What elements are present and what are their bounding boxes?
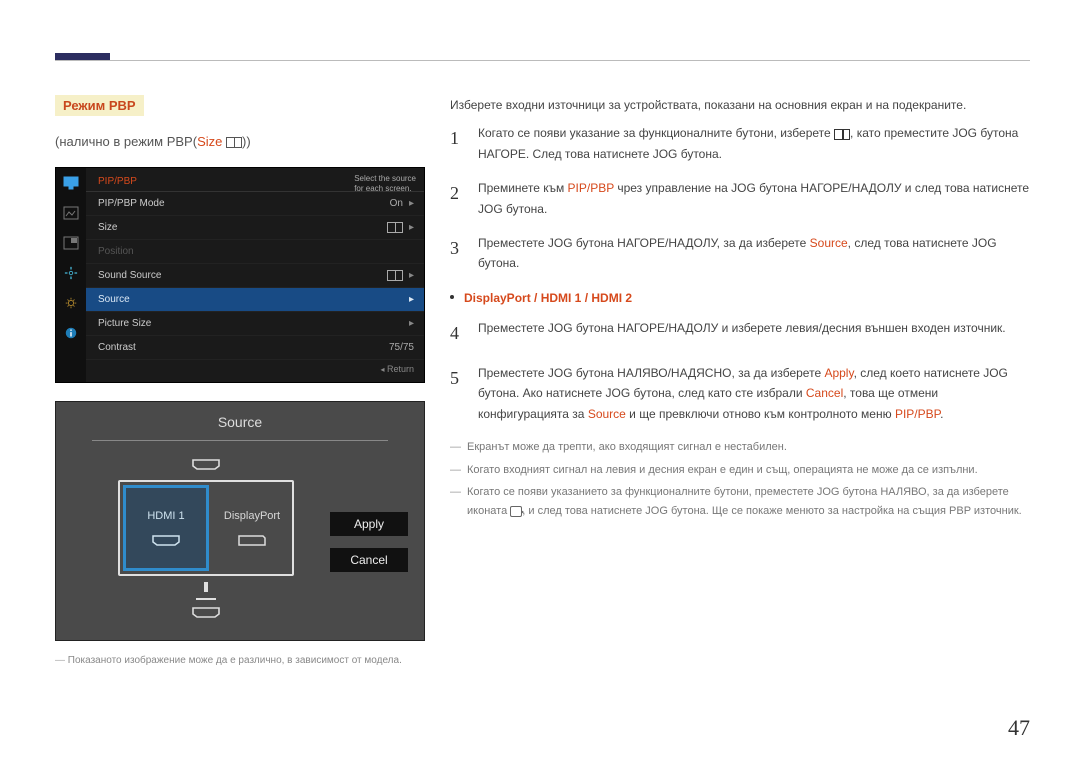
page-number: 47	[1008, 715, 1030, 741]
step-number: 4	[450, 318, 464, 349]
menu-inline-icon	[834, 129, 850, 140]
osd-row-pip-pbp-mode[interactable]: PIP/PBP ModeOn ▸	[86, 192, 424, 216]
left-column: Режим PBP (налично в режим PBP(Size ))	[55, 95, 425, 666]
source-title: Source	[56, 414, 424, 430]
step-1: 1 Когато се появи указание за функционал…	[450, 123, 1030, 164]
osd-row-value: 75/75	[389, 342, 414, 353]
return-inline-icon	[510, 506, 522, 517]
osd-row-label: Position	[98, 246, 414, 257]
note-text: Екранът може да трепти, ако входящият си…	[467, 438, 787, 457]
step-5: 5 Преместете JOG бутона НАЛЯВО/НАДЯСНО, …	[450, 363, 1030, 424]
sidebar-info-icon[interactable]	[56, 318, 86, 348]
chevron-right-icon: ▸	[409, 270, 414, 281]
hdmi-icon	[151, 534, 181, 546]
osd-row-position: Position	[86, 240, 424, 264]
osd-hint-line2: for each screen.	[354, 184, 416, 194]
pbp-split-icon	[226, 137, 242, 148]
chevron-right-icon: ▸	[409, 294, 414, 305]
note-text: Когато се появи указанието за функционал…	[467, 483, 1030, 520]
screen-right-label: DisplayPort	[224, 510, 280, 522]
sidebar-display-icon[interactable]	[56, 168, 86, 198]
cancel-button[interactable]: Cancel	[330, 548, 408, 572]
hdmi-port-bottom-icon	[191, 606, 221, 618]
step-body: Преместете JOG бутона НАЛЯВО/НАДЯСНО, за…	[478, 363, 1030, 424]
subtitle-prefix: (налично в режим PBP(	[55, 134, 197, 149]
osd-body: PIP/PBP Select the source for each scree…	[86, 168, 424, 378]
step-body: Преместете JOG бутона НАГОРЕ/НАДОЛУ и из…	[478, 318, 1030, 349]
screen-left[interactable]: HDMI 1	[123, 485, 209, 571]
note-3: Когато се появи указанието за функционал…	[450, 483, 1030, 520]
section-heading: Режим PBP	[55, 95, 144, 116]
step-number: 2	[450, 178, 464, 219]
osd-header-row: PIP/PBP Select the source for each scree…	[86, 168, 424, 192]
osd-row-contrast[interactable]: Contrast75/75	[86, 336, 424, 360]
source-divider	[92, 440, 388, 441]
options-text: DisplayPort / HDMI 1 / HDMI 2	[464, 288, 632, 308]
dp-icon	[237, 534, 267, 546]
osd-header-label: PIP/PBP	[98, 176, 137, 187]
screen-box: HDMI 1 DisplayPort	[118, 480, 294, 576]
header-rule	[55, 60, 1030, 62]
intro-text: Изберете входни източници за устройстват…	[450, 95, 1030, 115]
step-body: Преместете JOG бутона НАГОРЕ/НАДОЛУ, за …	[478, 233, 1030, 274]
osd-row-label: Size	[98, 222, 387, 233]
screen-right[interactable]: DisplayPort	[212, 482, 292, 574]
source-panel: Source HDMI 1 DisplayPort	[55, 401, 425, 641]
osd-row-label: Sound Source	[98, 270, 387, 281]
chevron-right-icon: ▸	[409, 222, 414, 233]
subtitle-suffix: ))	[242, 134, 251, 149]
note-2: Когато входният сигнал на левия и десния…	[450, 461, 1030, 480]
sidebar-settings-icon[interactable]	[56, 288, 86, 318]
note-text: Когато входният сигнал на левия и десния…	[467, 461, 978, 480]
osd-sidebar	[56, 168, 86, 382]
source-buttons: Apply Cancel	[330, 512, 408, 572]
pbp-value-icon	[387, 222, 403, 233]
note-1: Екранът може да трепти, ако входящият си…	[450, 438, 1030, 457]
osd-row-label: Picture Size	[98, 318, 403, 329]
screen-left-label: HDMI 1	[147, 510, 184, 522]
hdmi-port-top-icon	[191, 458, 221, 470]
step-number: 5	[450, 363, 464, 424]
subtitle-size: Size	[197, 134, 222, 149]
options-bullet: DisplayPort / HDMI 1 / HDMI 2	[450, 288, 1030, 308]
chevron-right-icon: ▸	[409, 198, 414, 209]
step-body: Преминете към PIP/PBP чрез управление на…	[478, 178, 1030, 219]
osd-footer: ◂ Return	[86, 360, 424, 378]
monitor-stand-icon	[196, 588, 216, 600]
subtitle: (налично в режим PBP(Size ))	[55, 134, 425, 149]
step-number: 3	[450, 233, 464, 274]
osd-row-label: PIP/PBP Mode	[98, 198, 390, 209]
osd-row-value: On	[390, 198, 403, 209]
step-3: 3 Преместете JOG бутона НАГОРЕ/НАДОЛУ, з…	[450, 233, 1030, 274]
osd-menu: PIP/PBP Select the source for each scree…	[55, 167, 425, 383]
osd-return-label: Return	[387, 364, 414, 374]
pbp-value-icon	[387, 270, 403, 281]
step-4: 4 Преместете JOG бутона НАГОРЕ/НАДОЛУ и …	[450, 318, 1030, 349]
osd-row-size[interactable]: Size ▸	[86, 216, 424, 240]
sidebar-picture-icon[interactable]	[56, 198, 86, 228]
osd-hint: Select the source for each screen.	[354, 174, 416, 195]
chevron-right-icon: ▸	[409, 318, 414, 329]
apply-button[interactable]: Apply	[330, 512, 408, 536]
right-column: Изберете входни източници за устройстват…	[425, 95, 1030, 666]
step-body: Когато се появи указание за функционални…	[478, 123, 1030, 164]
bullet-dot-icon	[450, 295, 454, 299]
osd-hint-line1: Select the source	[354, 174, 416, 184]
osd-row-sound-source[interactable]: Sound Source ▸	[86, 264, 424, 288]
sidebar-pip-icon[interactable]	[56, 228, 86, 258]
page-content: Режим PBP (налично в режим PBP(Size ))	[55, 95, 1030, 666]
osd-row-source[interactable]: Source ▸	[86, 288, 424, 312]
monitor-illustration: HDMI 1 DisplayPort	[96, 446, 316, 626]
sidebar-target-icon[interactable]	[56, 258, 86, 288]
model-footnote: Показаното изображение може да е различн…	[55, 655, 425, 666]
step-2: 2 Преминете към PIP/PBP чрез управление …	[450, 178, 1030, 219]
step-number: 1	[450, 123, 464, 164]
osd-row-label: Contrast	[98, 342, 389, 353]
osd-row-label: Source	[98, 294, 403, 305]
osd-row-picture-size[interactable]: Picture Size ▸	[86, 312, 424, 336]
